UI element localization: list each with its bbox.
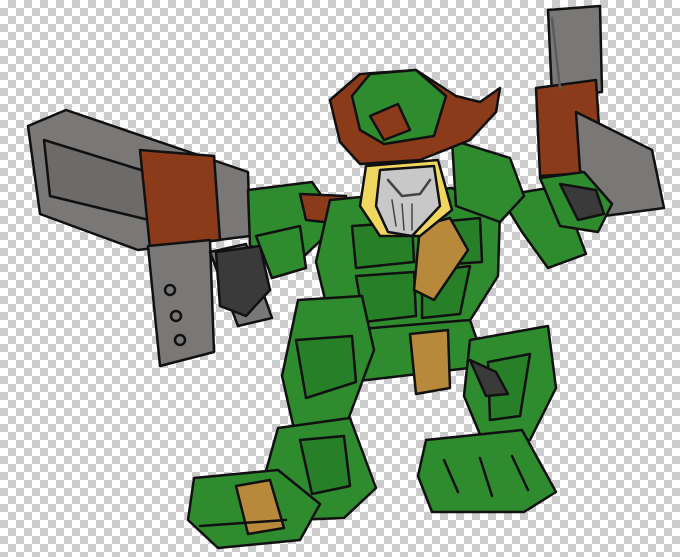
left-gun	[26, 108, 274, 368]
left-leg	[186, 294, 378, 550]
robot-illustration	[26, 4, 666, 550]
transparency-canvas	[0, 0, 680, 557]
